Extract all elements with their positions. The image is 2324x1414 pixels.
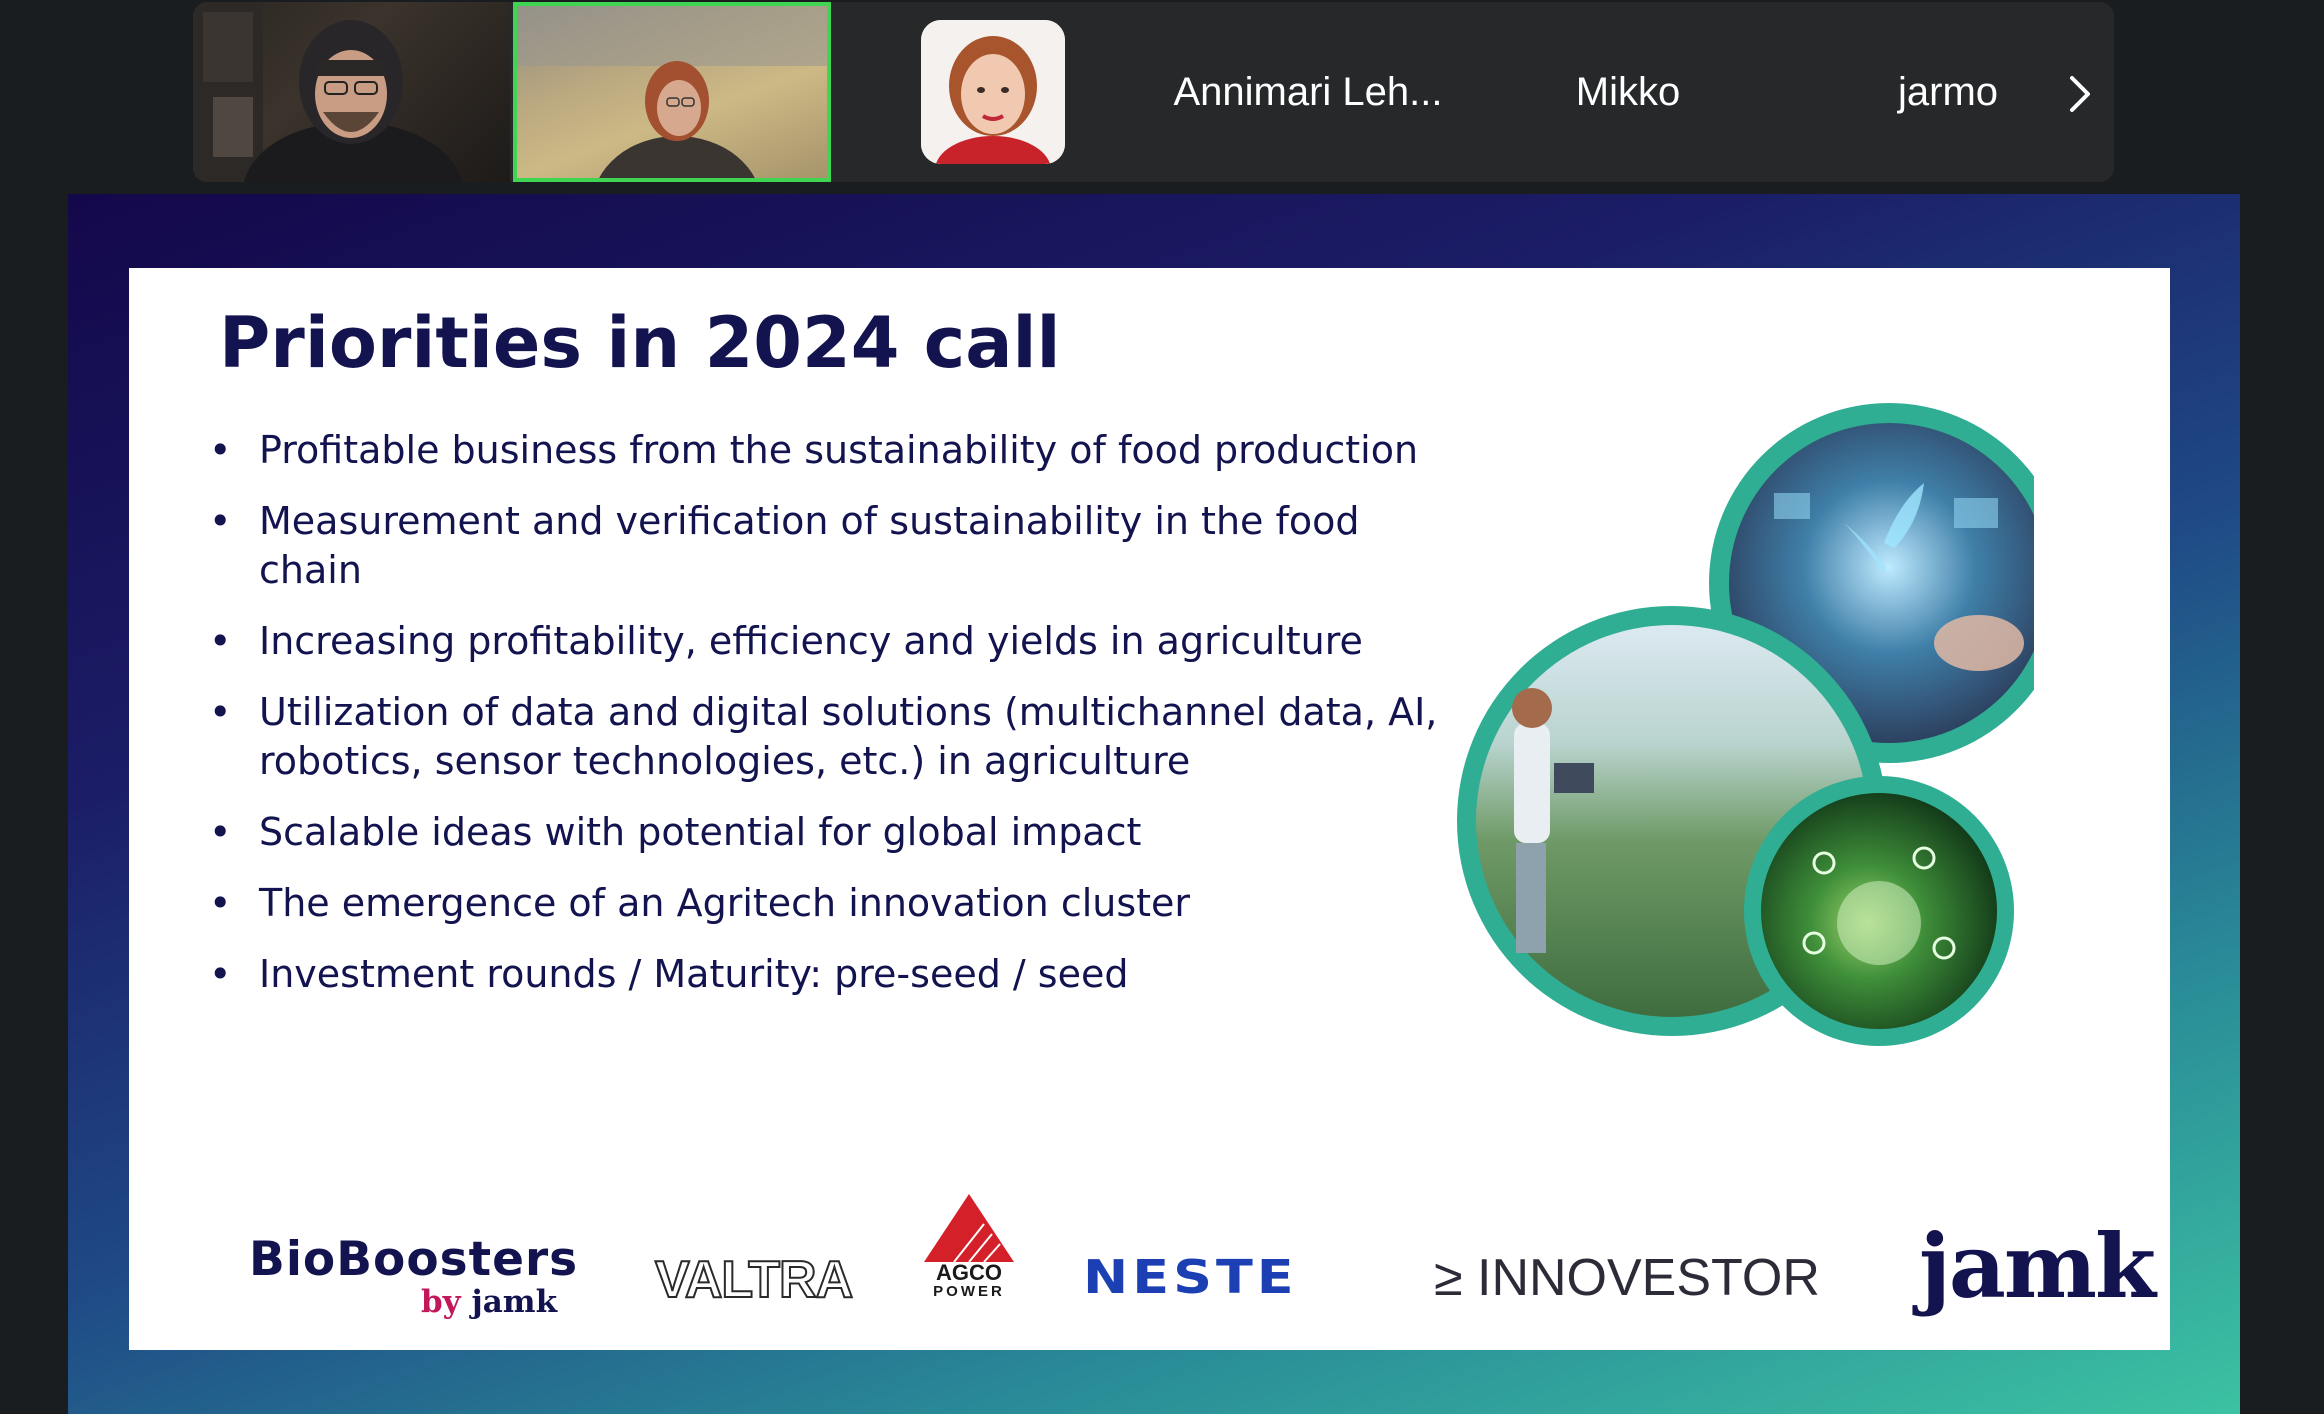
bioboosters-logo-text: BioBoosters [249, 1232, 579, 1287]
innovestor-logo: ≥ INNOVESTOR [1434, 1248, 1820, 1308]
agco-text: AGCO [936, 1260, 1002, 1285]
innovestor-text: INNOVESTOR [1477, 1249, 1820, 1307]
bioboosters-jamk: jamk [471, 1284, 558, 1320]
agco-power-logo: AGCO POWER [919, 1194, 1019, 1300]
participant-video-image [193, 2, 462, 182]
valtra-logo: VALTRA [654, 1250, 854, 1310]
shared-screen: Priorities in 2024 call • Profitable busi… [68, 194, 2240, 1414]
avatar-image [921, 20, 1065, 164]
agco-triangle-icon [924, 1194, 1014, 1262]
neste-logo: NESTE [1083, 1250, 1298, 1305]
bioboosters-logo: BioBoosters [249, 1232, 578, 1287]
bioboosters-by: by [421, 1284, 461, 1320]
participant-name[interactable]: Mikko [1473, 2, 1783, 182]
agco-power-text: POWER [933, 1283, 1005, 1300]
participant-video-image [517, 6, 827, 178]
participant-strip: Annimari Leh... Mikko jarmo [193, 2, 2114, 182]
presentation-slide: Priorities in 2024 call • Profitable busi… [129, 268, 2170, 1350]
partner-logos: BioBoosters by jamk VALTRA AGCO POWER NE… [129, 268, 2170, 1350]
participant-video-tile-active[interactable] [513, 2, 831, 182]
participant-avatar[interactable] [921, 20, 1065, 164]
innovestor-symbol: ≥ [1434, 1249, 1463, 1307]
participant-name[interactable]: jarmo [1793, 2, 2103, 182]
jamk-logo: jamk [1919, 1214, 2156, 1318]
participant-name[interactable]: Annimari Leh... [1153, 2, 1463, 182]
bioboosters-byline: by jamk [421, 1284, 557, 1320]
participant-video-tile[interactable] [193, 2, 510, 182]
chevron-right-icon[interactable] [2068, 2, 2092, 182]
